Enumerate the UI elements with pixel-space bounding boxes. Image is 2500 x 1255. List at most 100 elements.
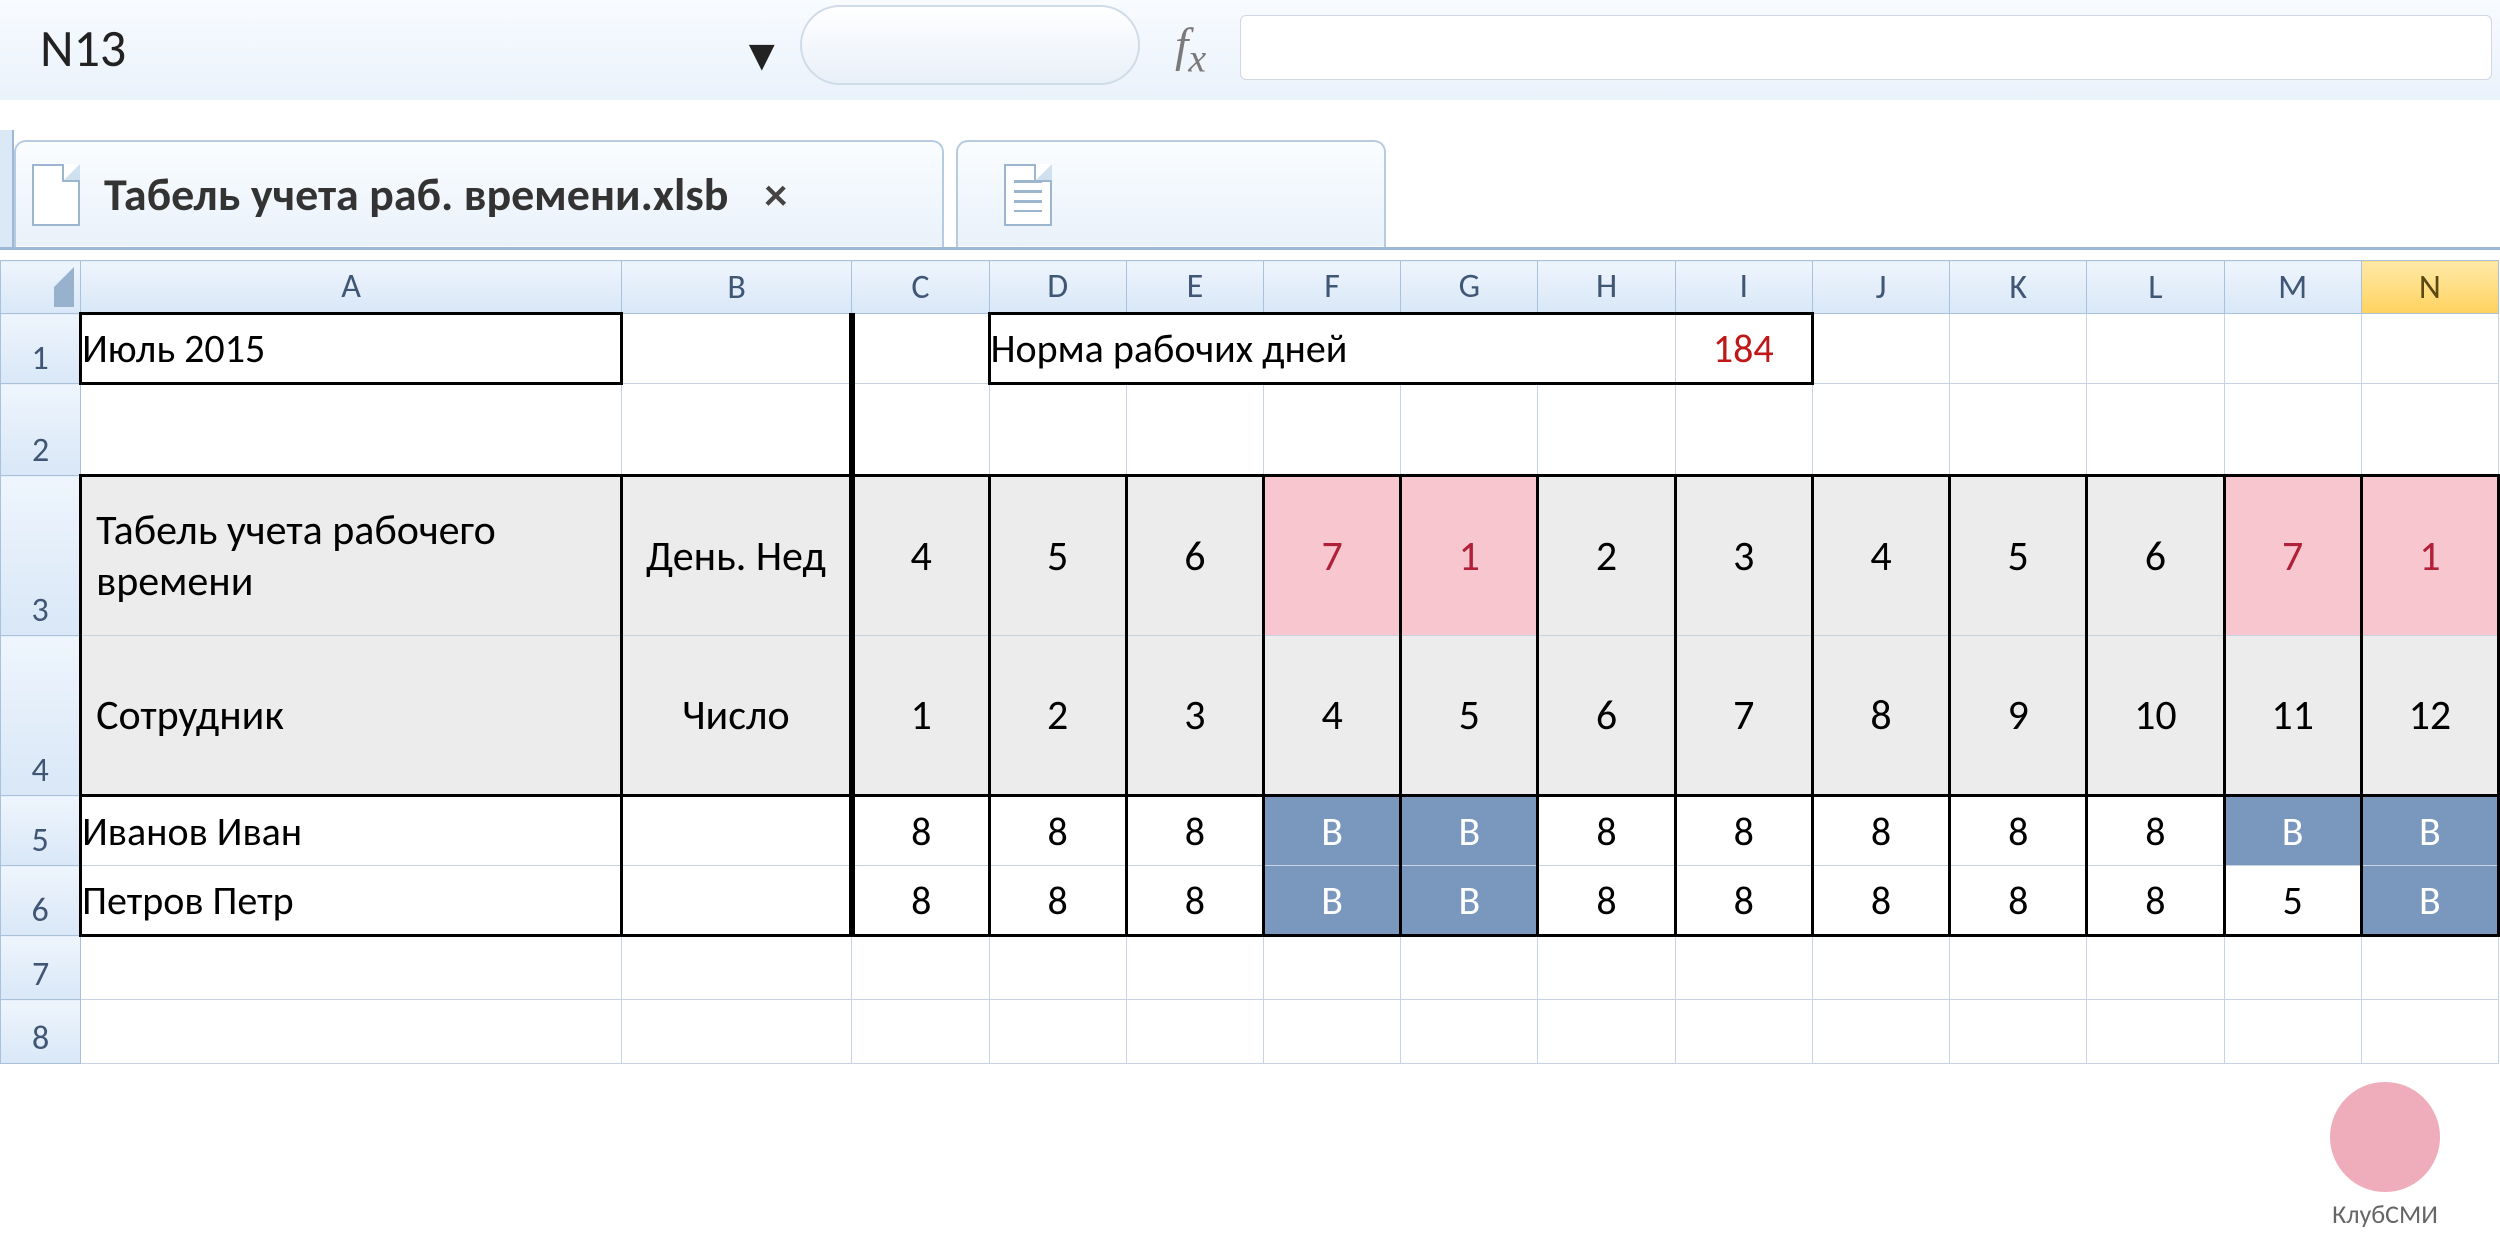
cell[interactable]: 11 — [2224, 636, 2361, 796]
cell[interactable] — [2361, 936, 2498, 1000]
name-box[interactable]: N13 — [40, 0, 126, 95]
cell[interactable]: В — [1401, 866, 1538, 936]
cell[interactable]: В — [2361, 796, 2498, 866]
document-tab-active[interactable]: Табель учета раб. времени.xlsb × — [14, 140, 944, 247]
cell[interactable]: 9 — [1950, 636, 2087, 796]
row-header[interactable]: 3 — [1, 476, 81, 636]
cell[interactable]: 6 — [1126, 476, 1263, 636]
cell[interactable] — [1950, 936, 2087, 1000]
cell[interactable]: 5 — [1401, 636, 1538, 796]
cell[interactable] — [1401, 384, 1538, 476]
cell[interactable]: 8 — [989, 796, 1126, 866]
cell[interactable] — [989, 384, 1126, 476]
cell[interactable] — [1950, 314, 2087, 384]
cell[interactable]: Иванов Иван — [81, 796, 622, 866]
cell[interactable]: 8 — [989, 866, 1126, 936]
cell[interactable] — [2087, 314, 2224, 384]
cell[interactable] — [1950, 1000, 2087, 1064]
cell[interactable] — [1812, 314, 1949, 384]
cell[interactable] — [2087, 1000, 2224, 1064]
select-all-corner[interactable] — [1, 261, 81, 314]
cell[interactable]: 7 — [2224, 476, 2361, 636]
cell[interactable]: 5 — [989, 476, 1126, 636]
cell[interactable] — [1264, 384, 1401, 476]
cell[interactable] — [989, 936, 1126, 1000]
cell[interactable] — [2224, 1000, 2361, 1064]
cell[interactable]: 8 — [1126, 866, 1263, 936]
col-header[interactable]: B — [621, 261, 851, 314]
cell[interactable]: 7 — [1675, 636, 1812, 796]
col-header[interactable]: K — [1950, 261, 2087, 314]
cell[interactable]: В — [1264, 866, 1401, 936]
cell[interactable]: 8 — [1950, 796, 2087, 866]
cell[interactable]: 184 — [1675, 314, 1812, 384]
cell[interactable] — [1538, 936, 1675, 1000]
cell[interactable]: Табель учета рабочего времени — [81, 476, 622, 636]
cell[interactable]: 8 — [1126, 796, 1263, 866]
cell[interactable]: 3 — [1675, 476, 1812, 636]
cell[interactable]: 2 — [989, 636, 1126, 796]
cell[interactable]: 8 — [1812, 796, 1949, 866]
cell[interactable] — [2361, 1000, 2498, 1064]
cell[interactable] — [81, 384, 622, 476]
cell[interactable]: В — [1264, 796, 1401, 866]
name-box-dropdown-icon[interactable]: ▼ — [740, 28, 784, 82]
cell[interactable] — [1401, 1000, 1538, 1064]
cell[interactable] — [1264, 936, 1401, 1000]
cell[interactable] — [1126, 1000, 1263, 1064]
cell[interactable] — [1401, 936, 1538, 1000]
col-header[interactable]: H — [1538, 261, 1675, 314]
cell[interactable]: 8 — [1950, 866, 2087, 936]
cell[interactable]: 1 — [1401, 476, 1538, 636]
cell[interactable] — [81, 1000, 622, 1064]
cell[interactable] — [621, 1000, 851, 1064]
col-header[interactable]: F — [1264, 261, 1401, 314]
cell[interactable] — [852, 314, 989, 384]
cell[interactable] — [621, 796, 851, 866]
new-document-tab[interactable] — [956, 140, 1386, 247]
cell[interactable]: В — [1401, 796, 1538, 866]
cell[interactable] — [2361, 384, 2498, 476]
cell[interactable]: 6 — [2087, 476, 2224, 636]
col-header[interactable]: I — [1675, 261, 1812, 314]
cell[interactable] — [1538, 1000, 1675, 1064]
cell[interactable] — [621, 314, 851, 384]
cell[interactable]: 8 — [1675, 866, 1812, 936]
cell[interactable] — [1950, 384, 2087, 476]
cell[interactable]: 8 — [2087, 866, 2224, 936]
cell[interactable] — [1812, 384, 1949, 476]
fx-button[interactable] — [800, 5, 1140, 85]
cell[interactable] — [852, 384, 989, 476]
cell[interactable] — [2224, 384, 2361, 476]
row-header[interactable]: 2 — [1, 384, 81, 476]
cell[interactable]: 3 — [1126, 636, 1263, 796]
row-header[interactable]: 7 — [1, 936, 81, 1000]
cell[interactable]: 4 — [1812, 476, 1949, 636]
cell[interactable]: 7 — [1264, 476, 1401, 636]
cell[interactable]: 4 — [1264, 636, 1401, 796]
cell[interactable] — [1675, 384, 1812, 476]
cell[interactable]: 8 — [852, 866, 989, 936]
cell[interactable]: День. Нед — [621, 476, 851, 636]
cell[interactable]: 12 — [2361, 636, 2498, 796]
cell[interactable] — [2087, 384, 2224, 476]
cell[interactable]: 8 — [1538, 796, 1675, 866]
col-header[interactable]: A — [81, 261, 622, 314]
cell[interactable]: Норма рабочих дней — [989, 314, 1675, 384]
cell[interactable] — [1675, 936, 1812, 1000]
cell[interactable]: 6 — [1538, 636, 1675, 796]
formula-bar-input[interactable] — [1240, 15, 2492, 80]
row-header[interactable]: 8 — [1, 1000, 81, 1064]
row-header[interactable]: 1 — [1, 314, 81, 384]
col-header[interactable]: E — [1126, 261, 1263, 314]
cell[interactable]: 4 — [852, 476, 989, 636]
col-header[interactable]: M — [2224, 261, 2361, 314]
col-header[interactable]: C — [852, 261, 989, 314]
cell[interactable] — [1538, 384, 1675, 476]
cell[interactable] — [1264, 1000, 1401, 1064]
cell[interactable]: Число — [621, 636, 851, 796]
cell[interactable]: В — [2224, 796, 2361, 866]
cell[interactable]: 2 — [1538, 476, 1675, 636]
cell[interactable] — [2087, 936, 2224, 1000]
cell[interactable]: 8 — [2087, 796, 2224, 866]
